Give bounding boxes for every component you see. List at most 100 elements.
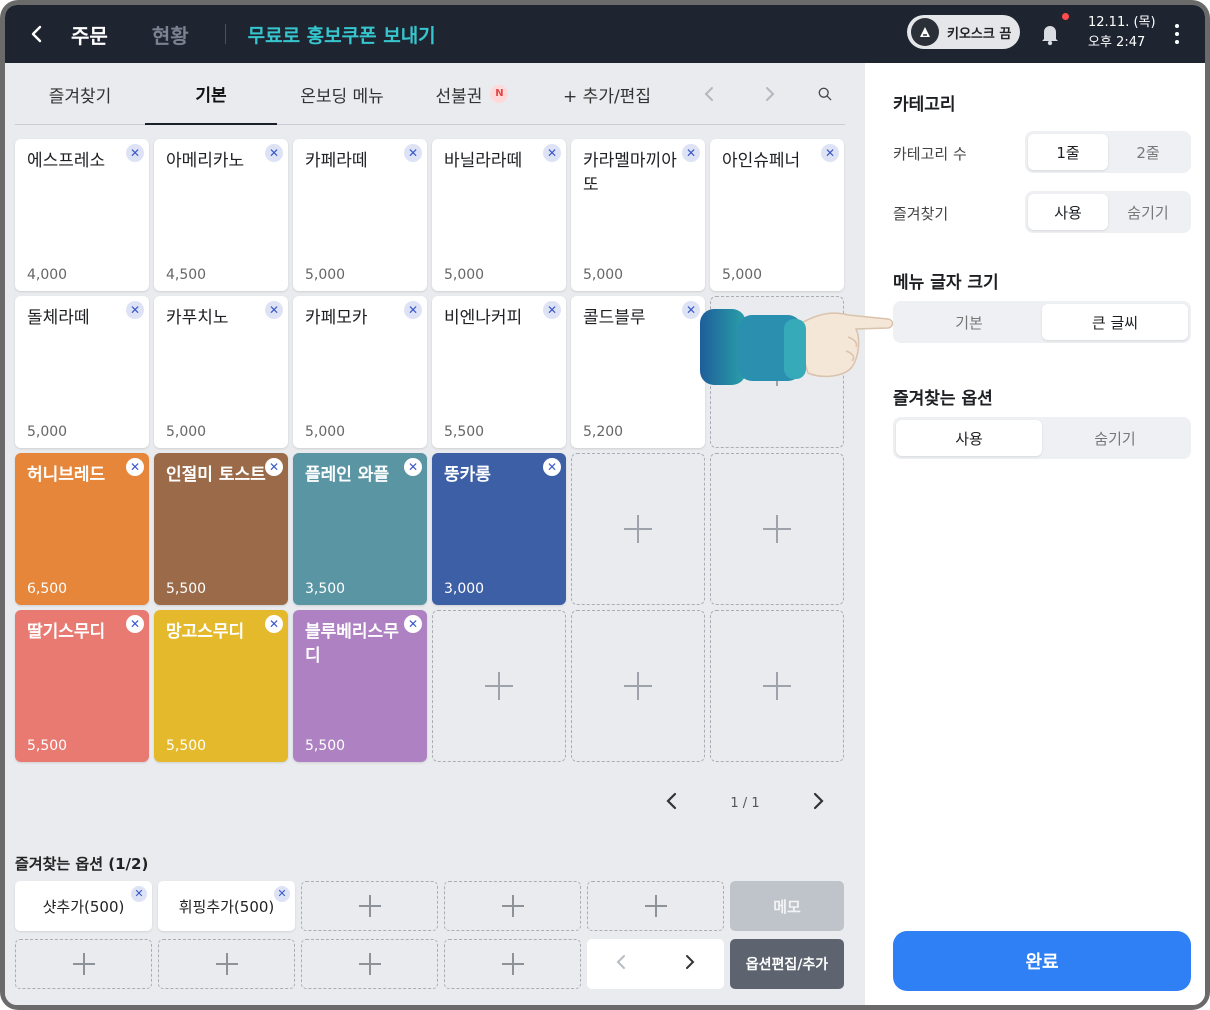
add-menu-slot[interactable] xyxy=(710,610,844,762)
remove-icon[interactable]: ✕ xyxy=(821,144,839,162)
category-count-toggle: 1줄 2줄 xyxy=(1025,131,1191,173)
menu-item-price: 5,500 xyxy=(444,424,485,440)
search-button[interactable] xyxy=(810,63,840,125)
remove-icon[interactable]: ✕ xyxy=(404,144,422,162)
plus-icon xyxy=(72,953,95,975)
menu-item-price: 5,500 xyxy=(305,738,346,754)
menu-item[interactable]: 플레인 와플 3,500 ✕ xyxy=(293,453,427,605)
options-next-button[interactable] xyxy=(684,954,696,974)
notification-dot xyxy=(1062,13,1069,20)
add-menu-slot[interactable] xyxy=(432,610,566,762)
font-size-large-option[interactable]: 큰 글씨 xyxy=(1042,304,1188,340)
remove-icon[interactable]: ✕ xyxy=(126,615,144,633)
next-page-button[interactable] xyxy=(811,792,825,814)
favorites-hide-option[interactable]: 숨기기 xyxy=(1108,194,1188,230)
menu-item-name: 비엔나커피 xyxy=(444,308,523,328)
divider xyxy=(224,24,226,44)
add-option-slot[interactable] xyxy=(444,939,581,989)
tab-add-edit[interactable]: + 추가/편집 xyxy=(537,63,677,125)
category-count-1-option[interactable]: 1줄 xyxy=(1028,134,1108,170)
menu-item[interactable]: 허니브레드 6,500 ✕ xyxy=(15,453,149,605)
menu-area: 즐겨찾기 기본 온보딩 메뉴 선불권 N + 추가/편집 에스프레소 4,000 xyxy=(5,63,865,1005)
menu-item[interactable]: 카푸치노 5,000 ✕ xyxy=(154,296,288,448)
edit-options-button[interactable]: 옵션편집/추가 xyxy=(730,939,844,989)
menu-item[interactable]: 에스프레소 4,000 ✕ xyxy=(15,139,149,291)
fav-options-show-option[interactable]: 사용 xyxy=(896,420,1042,456)
remove-icon[interactable]: ✕ xyxy=(543,144,561,162)
fav-options-hide-option[interactable]: 숨기기 xyxy=(1042,420,1188,456)
options-prev-button[interactable] xyxy=(615,954,627,974)
remove-icon[interactable]: ✕ xyxy=(265,301,283,319)
kiosk-toggle[interactable]: 키오스크 끔 xyxy=(907,15,1020,49)
tab-order[interactable]: 주문 xyxy=(71,20,108,49)
prev-page-button[interactable] xyxy=(665,792,679,814)
menu-item-price: 5,000 xyxy=(305,424,346,440)
add-option-slot[interactable] xyxy=(301,881,438,931)
kiosk-icon xyxy=(911,18,939,46)
remove-icon[interactable]: ✕ xyxy=(126,458,144,476)
menu-item-price: 5,500 xyxy=(166,581,207,597)
add-option-slot[interactable] xyxy=(15,939,152,989)
remove-icon[interactable]: ✕ xyxy=(404,615,422,633)
menu-item[interactable]: 비엔나커피 5,500 ✕ xyxy=(432,296,566,448)
remove-icon[interactable]: ✕ xyxy=(404,458,422,476)
remove-icon[interactable]: ✕ xyxy=(126,144,144,162)
tab-status[interactable]: 현황 xyxy=(152,20,189,49)
add-menu-slot[interactable] xyxy=(710,453,844,605)
add-menu-slot[interactable] xyxy=(571,453,705,605)
menu-item[interactable]: 카페모카 5,000 ✕ xyxy=(293,296,427,448)
back-button[interactable] xyxy=(5,5,69,63)
menu-item[interactable]: 뚱카롱 3,000 ✕ xyxy=(432,453,566,605)
remove-icon[interactable]: ✕ xyxy=(265,458,283,476)
remove-icon[interactable]: ✕ xyxy=(682,144,700,162)
remove-icon[interactable]: ✕ xyxy=(404,301,422,319)
menu-item[interactable]: 인절미 토스트 5,500 ✕ xyxy=(154,453,288,605)
promo-coupon-link[interactable]: 무료로 홍보쿠폰 보내기 xyxy=(248,21,436,48)
option-item[interactable]: 휘핑추가(500) ✕ xyxy=(158,881,295,931)
memo-button[interactable]: 메모 xyxy=(730,881,844,931)
tab-favorites[interactable]: 즐겨찾기 xyxy=(15,63,145,125)
remove-icon[interactable]: ✕ xyxy=(274,886,290,902)
tabs-next-button[interactable] xyxy=(755,63,785,125)
more-menu-icon[interactable] xyxy=(1167,19,1187,49)
tab-onboarding-menu[interactable]: 온보딩 메뉴 xyxy=(277,63,407,125)
add-option-slot[interactable] xyxy=(158,939,295,989)
add-option-slot[interactable] xyxy=(444,881,581,931)
menu-item[interactable]: 콜드블루 5,200 ✕ xyxy=(571,296,705,448)
settings-panel: 카테고리 카테고리 수 1줄 2줄 즐겨찾기 사용 숨기기 메뉴 글자 크기 기… xyxy=(865,63,1205,1005)
menu-item[interactable]: 블루베리스무디 5,500 ✕ xyxy=(293,610,427,762)
remove-icon[interactable]: ✕ xyxy=(126,301,144,319)
tab-prepaid[interactable]: 선불권 N xyxy=(407,63,537,125)
tabs-prev-button[interactable] xyxy=(694,63,724,125)
menu-item[interactable]: 딸기스무디 5,500 ✕ xyxy=(15,610,149,762)
screen: 주문 현황 무료로 홍보쿠폰 보내기 키오스크 끔 12.11. (목) 오후 … xyxy=(5,5,1205,1005)
tab-prepaid-label: 선불권 xyxy=(435,86,483,107)
category-count-2-option[interactable]: 2줄 xyxy=(1108,134,1188,170)
favorites-show-option[interactable]: 사용 xyxy=(1028,194,1108,230)
remove-icon[interactable]: ✕ xyxy=(543,301,561,319)
menu-item[interactable]: 돌체라떼 5,000 ✕ xyxy=(15,296,149,448)
font-size-default-option[interactable]: 기본 xyxy=(896,304,1042,340)
menu-item[interactable]: 카라멜마끼아또 5,000 ✕ xyxy=(571,139,705,291)
add-menu-slot[interactable] xyxy=(571,610,705,762)
menu-item[interactable]: 아인슈페너 5,000 ✕ xyxy=(710,139,844,291)
clock: 12.11. (목) 오후 2:47 xyxy=(1088,13,1156,53)
remove-icon[interactable]: ✕ xyxy=(543,458,561,476)
done-button[interactable]: 완료 xyxy=(893,931,1191,991)
notification-bell-icon[interactable] xyxy=(1035,19,1065,49)
remove-icon[interactable]: ✕ xyxy=(131,886,147,902)
date-text: 12.11. (목) xyxy=(1088,15,1156,30)
menu-item[interactable]: 아메리카노 4,500 ✕ xyxy=(154,139,288,291)
menu-item-name: 카페모카 xyxy=(305,308,368,328)
remove-icon[interactable]: ✕ xyxy=(265,615,283,633)
remove-icon[interactable]: ✕ xyxy=(265,144,283,162)
option-item[interactable]: 샷추가(500) ✕ xyxy=(15,881,152,931)
menu-item[interactable]: 망고스무디 5,500 ✕ xyxy=(154,610,288,762)
plus-icon xyxy=(624,672,652,700)
tab-basic[interactable]: 기본 xyxy=(145,63,277,125)
add-option-slot[interactable] xyxy=(301,939,438,989)
menu-item[interactable]: 바닐라라떼 5,000 ✕ xyxy=(432,139,566,291)
add-option-slot[interactable] xyxy=(587,881,724,931)
menu-item[interactable]: 카페라떼 5,000 ✕ xyxy=(293,139,427,291)
menu-item-name: 블루베리스무디 xyxy=(305,622,399,666)
